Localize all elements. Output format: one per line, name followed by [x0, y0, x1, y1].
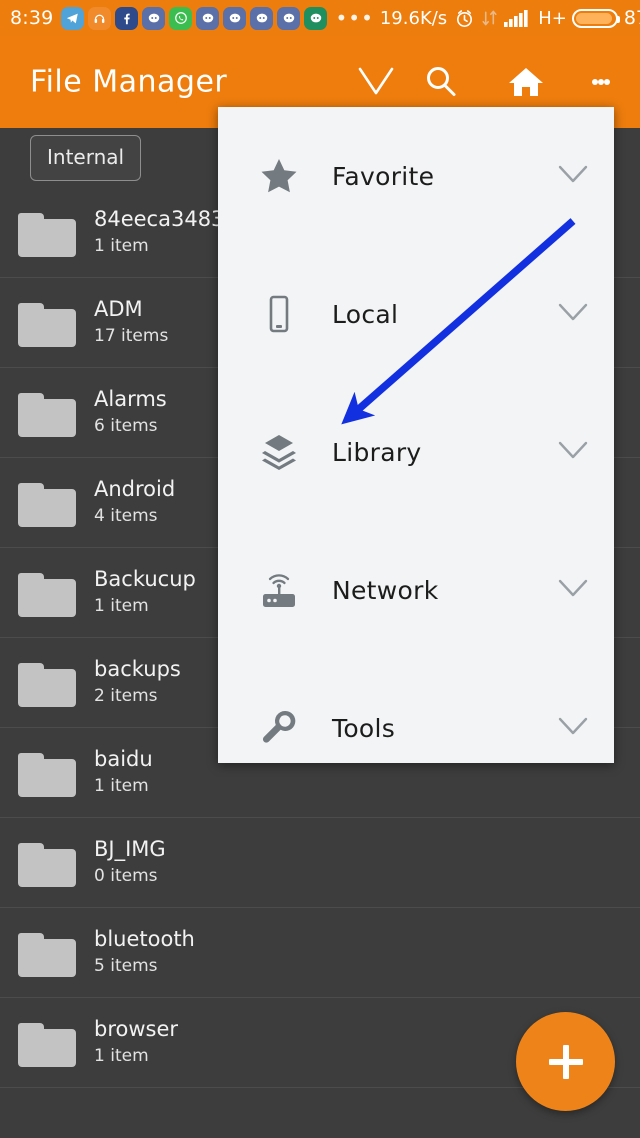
file-item-count: 0 items [94, 865, 158, 886]
battery-fill [575, 12, 613, 24]
discord-icon-2 [196, 6, 220, 30]
file-name: Backucup [94, 566, 196, 591]
folder-icon [18, 389, 80, 437]
menu-item-library[interactable]: Library [218, 383, 614, 521]
folder-icon [18, 749, 80, 797]
menu-item-network[interactable]: Network [218, 521, 614, 659]
folder-icon [18, 1019, 80, 1067]
messaging-icon [304, 6, 328, 30]
file-name: Alarms [94, 386, 167, 411]
file-meta: baidu 1 item [94, 746, 153, 800]
file-name: bluetooth [94, 926, 195, 951]
discord-icon-3 [223, 6, 247, 30]
phone-icon [256, 291, 302, 337]
file-name: BJ_IMG [94, 836, 166, 861]
folder-icon [18, 479, 80, 527]
menu-item-local[interactable]: Local [218, 245, 614, 383]
phone-screen: 8:39 ••• 19.6K/s H+ 8 File Manager Inter… [0, 0, 640, 1138]
chevron-down-icon[interactable] [556, 438, 590, 466]
file-meta: BJ_IMG 0 items [94, 836, 166, 890]
file-meta: Alarms 6 items [94, 386, 167, 440]
file-item-count: 6 items [94, 415, 158, 436]
file-row[interactable]: BJ_IMG 0 items [0, 818, 640, 908]
file-item-count: 1 item [94, 775, 149, 796]
file-item-count: 1 item [94, 1045, 149, 1066]
signal-bars-icon [504, 8, 530, 28]
status-bar: 8:39 ••• 19.6K/s H+ 8 [0, 0, 640, 36]
file-item-count: 2 items [94, 685, 158, 706]
status-clock: 8:39 [10, 7, 54, 29]
discord-icon-1 [142, 6, 166, 30]
whatsapp-icon [169, 6, 193, 30]
discord-icon-4 [250, 6, 274, 30]
overflow-dot-3 [604, 79, 610, 85]
file-row[interactable]: bluetooth 5 items [0, 908, 640, 998]
menu-item-label: Local [332, 299, 399, 329]
file-meta: browser 1 item [94, 1016, 178, 1070]
folder-icon [18, 659, 80, 707]
file-item-count: 5 items [94, 955, 158, 976]
file-name: Android [94, 476, 176, 501]
data-transfer-icon [481, 8, 498, 28]
chevron-down-icon[interactable] [556, 162, 590, 190]
facebook-icon [115, 6, 139, 30]
chevron-down-icon[interactable] [556, 714, 590, 742]
wrench-icon [256, 705, 302, 751]
home-icon[interactable] [502, 58, 550, 106]
folder-icon [18, 929, 80, 977]
telegram-icon [61, 6, 85, 30]
chevron-down-icon[interactable] [556, 300, 590, 328]
file-name: browser [94, 1016, 179, 1041]
menu-item-label: Library [332, 437, 422, 467]
file-item-count: 1 item [94, 595, 149, 616]
plus-icon [548, 1044, 583, 1079]
file-name: baidu [94, 746, 153, 771]
file-meta: Backucup 1 item [94, 566, 196, 620]
discord-icon-5 [277, 6, 301, 30]
file-item-count: 17 items [94, 325, 169, 346]
file-name: ADM [94, 296, 143, 321]
alarm-clock-icon [454, 8, 475, 29]
battery-percent-text: 87% [623, 7, 640, 29]
folder-icon [18, 209, 80, 257]
layers-icon [256, 429, 302, 475]
menu-item-label: Tools [332, 713, 396, 743]
file-meta: ADM 17 items [94, 296, 168, 350]
menu-item-label: Favorite [332, 161, 435, 191]
headphones-icon [88, 6, 112, 30]
router-wifi-icon [256, 567, 302, 613]
folder-icon [18, 839, 80, 887]
page-title: File Manager [30, 64, 228, 100]
file-item-count: 4 items [94, 505, 158, 526]
folder-icon [18, 569, 80, 617]
file-meta: Android 4 items [94, 476, 175, 530]
chevron-down-icon[interactable] [556, 576, 590, 604]
chevron-down-icon[interactable] [352, 58, 400, 106]
file-meta: backups 2 items [94, 656, 181, 710]
search-icon[interactable] [417, 58, 465, 106]
network-type-text: H+ [538, 7, 567, 29]
menu-item-favorite[interactable]: Favorite [218, 107, 614, 245]
menu-item-tools[interactable]: Tools [218, 659, 614, 797]
folder-icon [18, 299, 80, 347]
navigation-dropdown-menu[interactable]: Favorite Local Library Network Tools [218, 107, 614, 763]
star-icon [256, 153, 302, 199]
menu-item-label: Network [332, 575, 439, 605]
add-button[interactable] [516, 1012, 615, 1111]
file-name: backups [94, 656, 181, 681]
overflow-menu-icon[interactable] [585, 58, 617, 106]
status-overflow-ellipsis: ••• [335, 6, 374, 30]
file-meta: bluetooth 5 items [94, 926, 195, 980]
battery-icon [571, 8, 620, 28]
network-speed-text: 19.6K/s [379, 7, 448, 29]
storage-chip-internal[interactable]: Internal [30, 135, 142, 181]
